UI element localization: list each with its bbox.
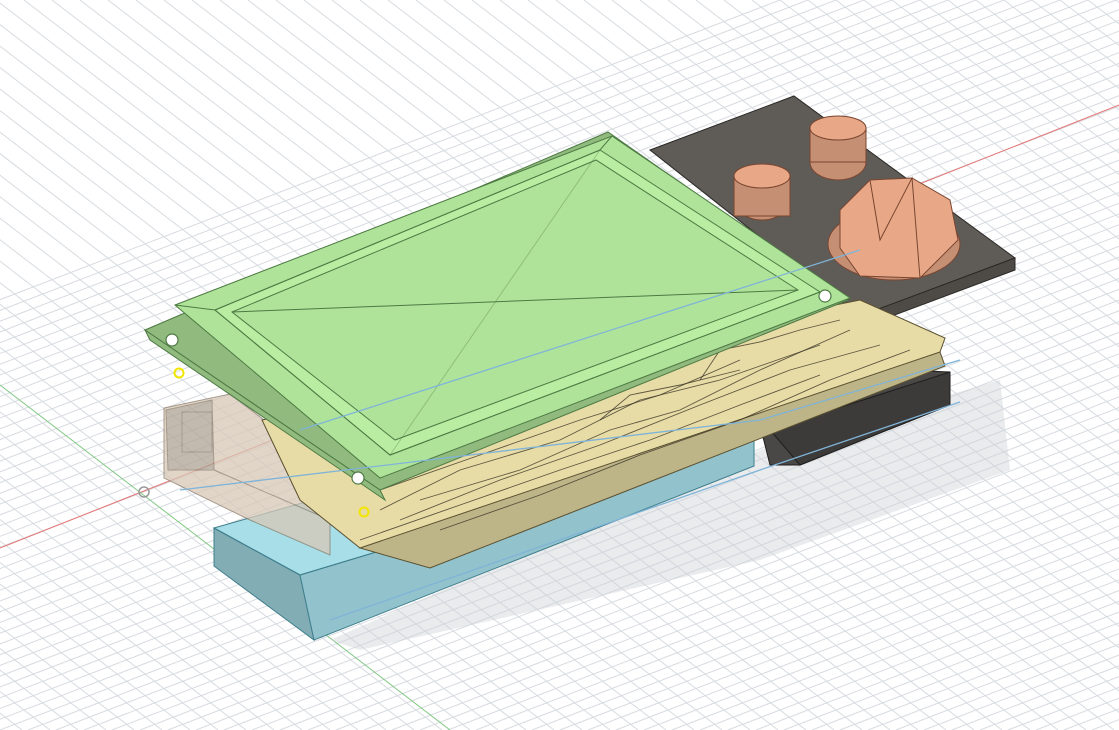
knob-small-1[interactable]: [733, 163, 791, 221]
cad-scene[interactable]: [0, 0, 1119, 730]
cad-3d-viewport[interactable]: [0, 0, 1119, 730]
mount-hole-left: [165, 333, 179, 347]
mount-hole-bottom: [351, 471, 365, 485]
snap-marker-1[interactable]: [173, 367, 185, 379]
knob-small-2[interactable]: [809, 115, 867, 181]
mount-hole-right: [818, 289, 832, 303]
